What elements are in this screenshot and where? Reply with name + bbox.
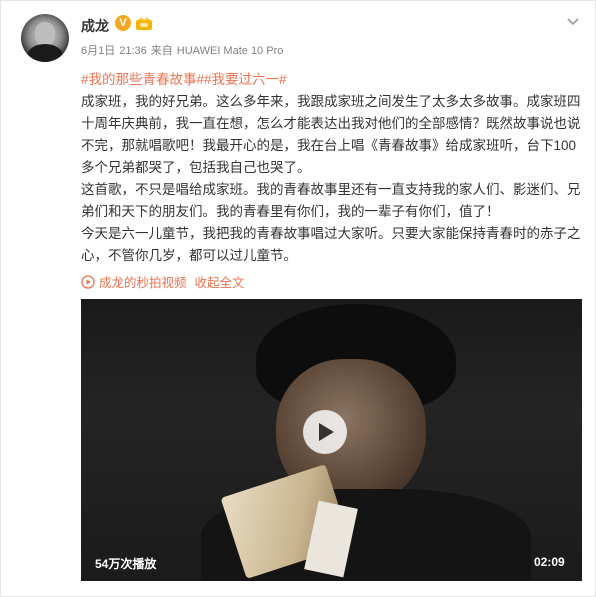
- paragraph: 今天是六一儿童节，我把我的青春故事唱过大家听。只要大家能保持青春时的赤子之心，不…: [81, 226, 581, 263]
- chevron-down-icon[interactable]: [566, 17, 580, 27]
- avatar-face: [35, 22, 55, 46]
- collapse-link[interactable]: 收起全文: [195, 272, 245, 291]
- post-meta: 6月1日 21:36 来自 HUAWEI Mate 10 Pro: [81, 42, 287, 58]
- via-prefix: 来自: [150, 45, 173, 57]
- post-date[interactable]: 6月1日: [81, 45, 115, 57]
- link-row: 成龙的秒拍视频 收起全文: [81, 272, 253, 291]
- user-name[interactable]: 成龙: [81, 16, 109, 36]
- play-icon: [319, 423, 334, 441]
- paragraph: 成家班，我的好兄弟。这么多年来，我跟成家班之间发生了太多太多故事。成家班四十周年…: [81, 94, 581, 175]
- avatar[interactable]: [21, 14, 69, 62]
- weibo-post-card: 成龙 V 6月1日 21:36 来自 HUAWEI Mate 10 Pro #我的那些…: [0, 0, 596, 597]
- post-time[interactable]: 21:36: [119, 45, 147, 57]
- verified-badge-icon: V: [115, 15, 131, 31]
- avatar-body: [27, 44, 63, 62]
- paragraph: 这首歌，不只是唱给成家班。我的青春故事里还有一直支持我的家人们、影迷们、兄弟们和…: [81, 182, 581, 219]
- hashtags: #我的那些青春故事##我要过六一#: [81, 68, 287, 88]
- video-player[interactable]: 54万次播放 02:09: [81, 299, 582, 581]
- view-count: 54万次播放: [95, 557, 157, 571]
- video-link[interactable]: 成龙的秒拍视频: [99, 272, 187, 291]
- vip-crown-icon: [136, 17, 152, 30]
- video-duration: 02:09: [534, 555, 565, 569]
- hashtag-link[interactable]: #我要过六一#: [204, 72, 287, 87]
- post-body: 成家班，我的好兄弟。这么多年来，我跟成家班之间发生了太多太多故事。成家班四十周年…: [81, 91, 581, 267]
- device-name[interactable]: HUAWEI Mate 10 Pro: [177, 45, 284, 57]
- video-link-icon: [81, 274, 95, 289]
- hashtag-link[interactable]: #我的那些青春故事#: [81, 72, 204, 87]
- play-button[interactable]: [303, 410, 347, 454]
